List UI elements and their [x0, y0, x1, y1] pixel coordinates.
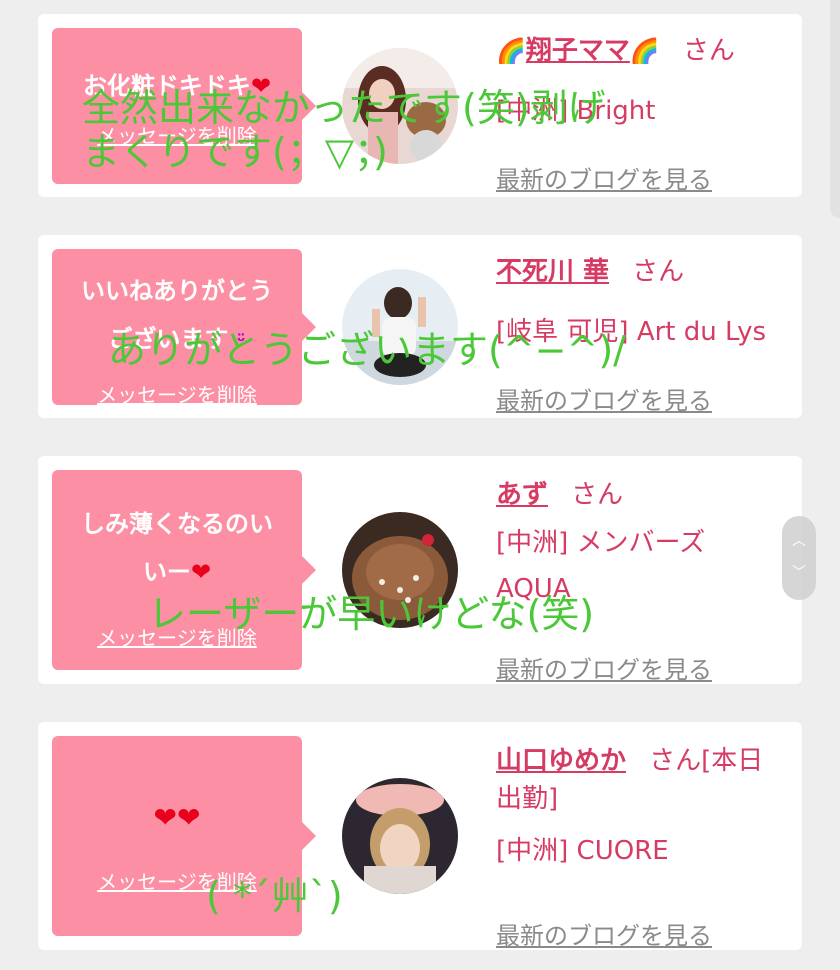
message-text: お化粧ドキドキ	[82, 72, 251, 100]
avatar[interactable]	[342, 512, 458, 628]
message-card-3: しみ薄くなるのい いー❤ メッセージを削除 あず さん [中洲] メンバーズ A…	[38, 456, 802, 684]
honorific: さん	[682, 36, 735, 66]
delete-message-link[interactable]: メッセージを削除	[52, 120, 302, 149]
smile-icon: ᵕ̈	[236, 331, 246, 352]
honorific: 出勤]	[496, 784, 559, 814]
heart-icon: ❤	[250, 72, 272, 100]
delete-message-link[interactable]: メッセージを削除	[52, 379, 302, 408]
latest-blog-link[interactable]: 最新のブログを見る	[496, 381, 712, 416]
user-name-link[interactable]: あず	[496, 480, 548, 510]
message-text: いー	[142, 558, 191, 586]
shop-name: AQUA	[496, 574, 571, 604]
user-name-link[interactable]: 山口ゆめか	[496, 746, 626, 776]
avatar[interactable]	[342, 48, 458, 164]
scrollbar-edge[interactable]	[830, 0, 840, 218]
chevron-up-icon[interactable]: ︿	[782, 530, 816, 550]
message-card-2: いいねありがとう ございます ᵕ̈ メッセージを削除 不死川 華 さん [岐阜 …	[38, 235, 802, 418]
message-bubble: いいねありがとう ございます ᵕ̈ メッセージを削除	[52, 249, 316, 408]
message-card-1: お化粧ドキドキ❤ メッセージを削除 🌈翔子ママ🌈 さん [中洲] Bright …	[38, 14, 802, 197]
honorific: さん	[632, 257, 685, 287]
message-card-4: ❤❤ メッセージを削除 山口ゆめか さん[本日 出勤] [中洲] CUORE 最…	[38, 722, 802, 950]
user-info: あず さん [中洲] メンバーズ AQUA 最新のブログを見る	[496, 474, 796, 684]
rainbow-icon: 🌈	[496, 37, 526, 65]
message-bubble: しみ薄くなるのい いー❤ メッセージを削除	[52, 470, 316, 670]
delete-message-link[interactable]: メッセージを削除	[52, 622, 302, 651]
user-info: 不死川 華 さん [岐阜 可児] Art du Lys 最新のブログを見る	[496, 251, 796, 415]
chevron-down-icon[interactable]: ﹀	[782, 562, 816, 582]
heart-icon: ❤	[190, 558, 212, 586]
user-name-link[interactable]: 翔子ママ	[526, 36, 630, 66]
latest-blog-link[interactable]: 最新のブログを見る	[496, 916, 712, 951]
honorific: さん	[571, 480, 624, 510]
delete-message-link[interactable]: メッセージを削除	[52, 866, 302, 895]
latest-blog-link[interactable]: 最新のブログを見る	[496, 650, 712, 685]
message-text: ございます	[108, 325, 229, 353]
shop-name: [中洲] CUORE	[496, 836, 669, 866]
message-text: いいねありがとう	[81, 277, 273, 305]
user-name-link[interactable]: 不死川 華	[496, 257, 609, 287]
latest-blog-link[interactable]: 最新のブログを見る	[496, 160, 712, 195]
avatar[interactable]	[342, 269, 458, 385]
rainbow-icon: 🌈	[629, 37, 660, 65]
message-bubble: ❤❤ メッセージを削除	[52, 736, 316, 936]
shop-name: [中洲] Bright	[496, 96, 656, 126]
user-info: 山口ゆめか さん[本日 出勤] [中洲] CUORE 最新のブログを見る	[496, 740, 796, 950]
scroll-control[interactable]: ︿ ﹀	[782, 516, 816, 600]
user-info: 🌈翔子ママ🌈 さん [中洲] Bright 最新のブログを見る	[496, 30, 796, 194]
message-text: しみ薄くなるのい	[81, 510, 273, 538]
shop-name: [岐阜 可児] Art du Lys	[496, 317, 767, 347]
honorific: さん[本日	[649, 746, 764, 776]
heart-icon: ❤❤	[153, 801, 201, 834]
message-bubble: お化粧ドキドキ❤ メッセージを削除	[52, 28, 316, 184]
shop-name: [中洲] メンバーズ	[496, 528, 706, 558]
avatar[interactable]	[342, 778, 458, 894]
